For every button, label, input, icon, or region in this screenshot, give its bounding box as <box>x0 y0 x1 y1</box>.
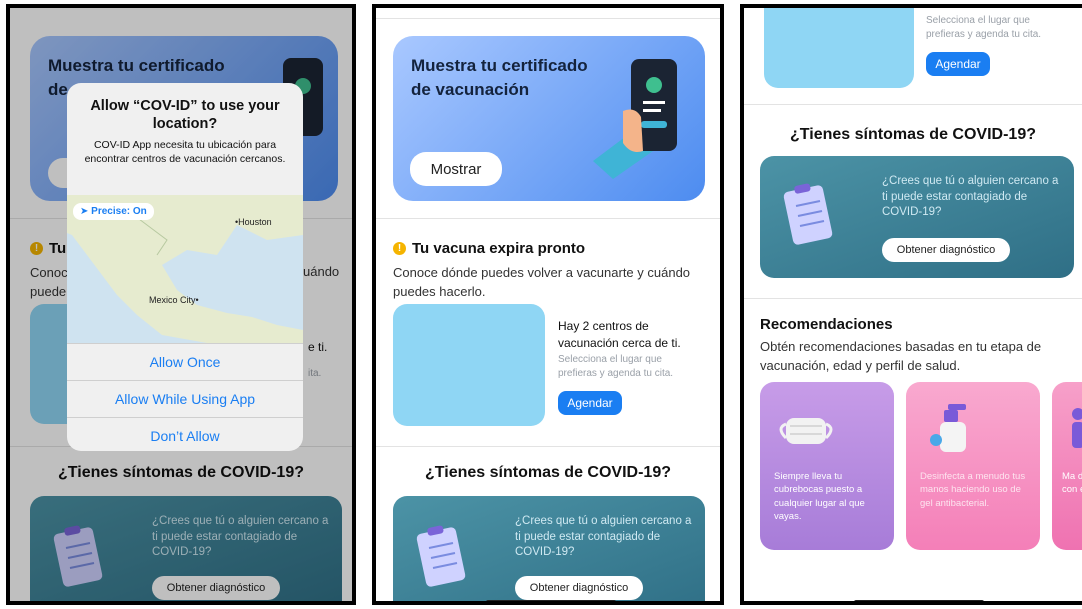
warning-icon: ! <box>393 242 406 255</box>
centers-text: Hay 2 centros de vacunación cerca de ti. <box>558 319 681 350</box>
precise-toggle[interactable]: ➤ Precise: On <box>73 203 154 220</box>
schedule-button[interactable]: Agendar <box>558 391 622 415</box>
location-map: ➤ Precise: On •Houston Mexico City• <box>67 195 303 343</box>
symptoms-title: ¿Tienes síntomas de COVID-19? <box>425 464 671 481</box>
map-label-mexico: Mexico City• <box>149 295 199 305</box>
centers-map-card[interactable] <box>764 8 914 88</box>
recommendations-title: Recomendaciones <box>760 316 893 333</box>
screen-home: Muestra tu certificado de vacunación Mos… <box>372 4 724 605</box>
centers-sub: Selecciona el lugar que prefieras y agen… <box>558 354 674 379</box>
warning-title: Tu vacuna expira pronto <box>412 240 586 257</box>
clipboard-icon <box>416 525 466 587</box>
certificate-title: Muestra tu certificado de vacunación <box>411 56 588 99</box>
map-label-houston: •Houston <box>235 217 272 227</box>
screen-location-permission: Muestra tu certificado de ! Tu Conoc puede… <box>6 4 356 605</box>
face-mask-icon <box>779 418 833 444</box>
home-indicator[interactable] <box>486 600 616 601</box>
diagnosis-button[interactable]: Obtener diagnóstico <box>882 238 1010 262</box>
vaccine-warning: ! Tu vacuna expira pronto <box>393 240 585 257</box>
symptoms-title: ¿Tienes síntomas de COVID-19? <box>790 126 1036 143</box>
recommendations-desc: Obtén recomendaciones basadas en tu etap… <box>760 339 1042 373</box>
rec-card-text: Ma dis con en <box>1062 471 1082 496</box>
show-button[interactable]: Mostrar <box>410 152 502 186</box>
centers-map-card[interactable] <box>393 304 545 426</box>
symptoms-card[interactable]: ¿Crees que tú o alguien cercano a ti pue… <box>393 496 705 601</box>
rec-card-sanitizer[interactable]: Desinfecta a menudo tus manos haciendo u… <box>906 382 1040 550</box>
allow-while-using-button[interactable]: Allow While Using App <box>67 380 303 417</box>
clipboard-icon <box>783 183 833 245</box>
rec-card-text: Desinfecta a menudo tus manos haciendo u… <box>920 471 1026 509</box>
sanitizer-icon <box>930 404 966 452</box>
vaccine-desc: Conoce dónde puedes volver a vacunarte y… <box>393 265 691 299</box>
allow-once-button[interactable]: Allow Once <box>67 343 303 380</box>
dialog-message: COV-ID App necesita tu ubicación para en… <box>84 139 286 165</box>
symptoms-question: ¿Crees que tú o alguien cercano a ti pue… <box>515 515 692 559</box>
rec-card-mask[interactable]: Siempre lleva tu cubrebocas puesto a cua… <box>760 382 894 550</box>
rec-card-distance[interactable]: Ma dis con en <box>1052 382 1082 550</box>
centers-sub: Selecciona el lugar que prefieras y agen… <box>926 15 1042 40</box>
home-indicator[interactable] <box>854 600 984 601</box>
screen-recommendations: Selecciona el lugar que prefieras y agen… <box>740 4 1082 605</box>
person-icon <box>1072 408 1082 448</box>
hand-phone-icon <box>593 59 677 179</box>
dialog-title: Allow “COV-ID” to use your location? <box>90 98 280 133</box>
location-arrow-icon: ➤ <box>80 206 92 217</box>
symptoms-question: ¿Crees que tú o alguien cercano a ti pue… <box>882 175 1059 219</box>
diagnosis-button[interactable]: Obtener diagnóstico <box>515 576 643 600</box>
rec-card-text: Siempre lleva tu cubrebocas puesto a cua… <box>774 471 865 522</box>
schedule-button[interactable]: Agendar <box>926 52 990 76</box>
symptoms-card[interactable]: ¿Crees que tú o alguien cercano a ti pue… <box>760 156 1074 278</box>
location-permission-dialog: Allow “COV-ID” to use your location? COV… <box>67 83 303 451</box>
dont-allow-button[interactable]: Don’t Allow <box>67 417 303 451</box>
certificate-card[interactable]: Muestra tu certificado de vacunación Mos… <box>393 36 705 201</box>
